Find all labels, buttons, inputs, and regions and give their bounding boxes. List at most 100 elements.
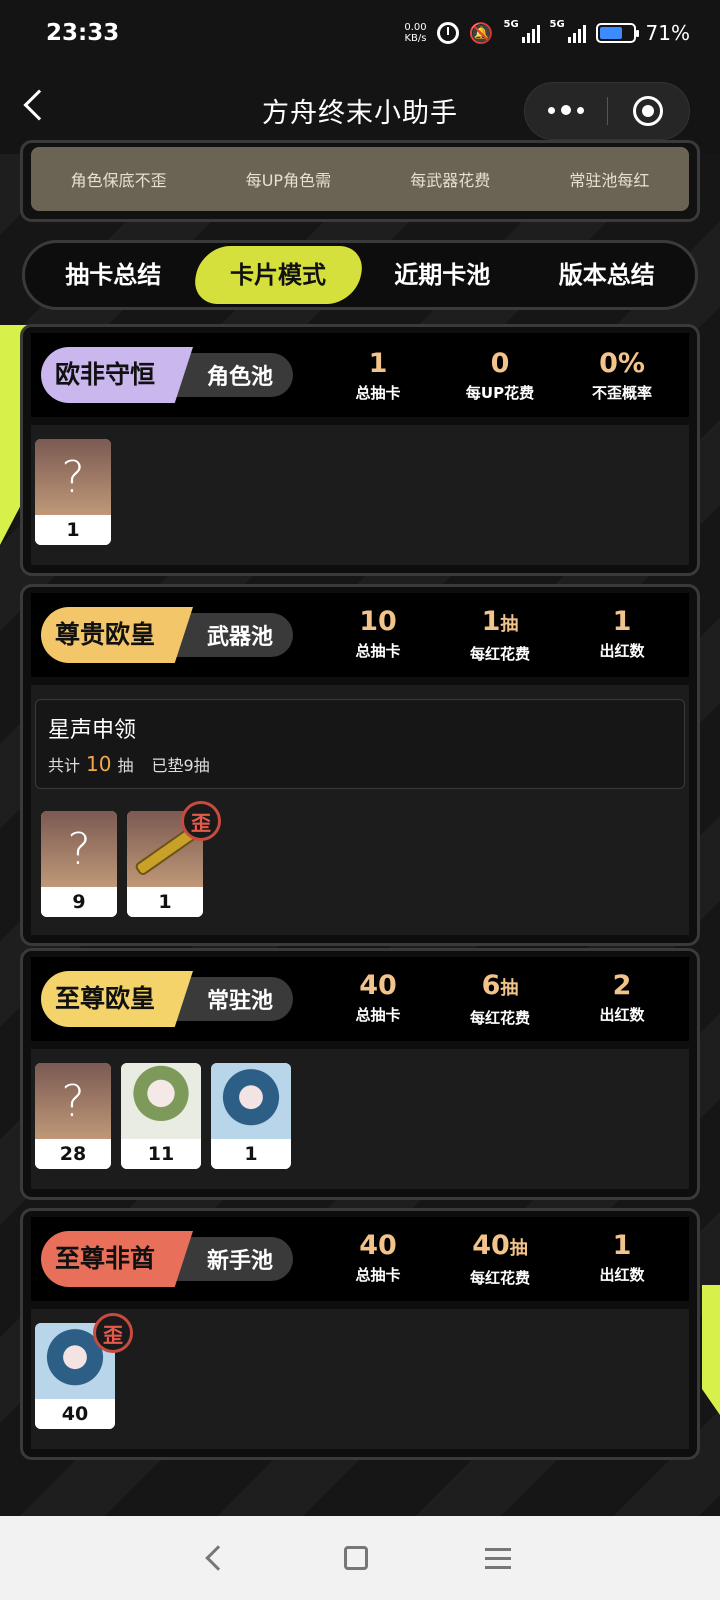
off-banner-badge: 歪	[93, 1313, 133, 1353]
pull-count: 40	[35, 1399, 115, 1429]
pool-card-body: 星声申领 共计 10 抽已垫9抽 ? 9 1 歪	[31, 685, 689, 935]
pull-item[interactable]: 1	[211, 1063, 291, 1169]
pull-item-wrap: ? 28	[35, 1063, 111, 1169]
system-menu-icon[interactable]	[485, 1547, 512, 1569]
pool-stats: 40 总抽卡 6抽每红花费 2 出红数	[317, 970, 683, 1028]
pool-card: 武器池 尊贵欧皇 10 总抽卡 1抽 每红花费 1 出红数 星声申领 共计 10 抽已垫9抽? 9 1 歪	[20, 584, 700, 946]
pull-item-wrap: 11	[121, 1063, 201, 1169]
stat-value: 40	[317, 970, 439, 1002]
rank-badge: 常驻池 至尊欧皇	[41, 971, 293, 1027]
system-nav-bar	[0, 1516, 720, 1600]
mute-icon: 🔕	[468, 21, 494, 45]
stat-number: 0	[490, 347, 510, 379]
banner-meta: 共计 10 抽已垫9抽	[48, 752, 672, 776]
stat-label: 每红花费	[469, 1009, 530, 1027]
pool-card-header: 常驻池 至尊欧皇 40 总抽卡 6抽每红花费 2 出红数	[31, 957, 689, 1041]
stat: 0 每UP花费	[439, 348, 561, 403]
system-back-icon[interactable]	[204, 1545, 231, 1571]
pool-card: 角色池 欧非守恒 1 总抽卡 0 每UP花费 0% 不歪概率? 1	[20, 324, 700, 576]
stat-value: 10	[317, 606, 439, 638]
pool-stats: 1 总抽卡 0 每UP花费 0% 不歪概率	[317, 348, 683, 403]
stat-label: 总抽卡	[355, 1006, 401, 1024]
pool-type-label: 新手池	[171, 1237, 293, 1281]
rank-badge: 武器池 尊贵欧皇	[41, 607, 293, 663]
rank-label: 至尊非酋	[41, 1231, 193, 1287]
status-icons: 0.00 KB/s 🔕 5G 5G 71%	[404, 19, 690, 45]
stat-number: 40	[472, 1230, 510, 1261]
banner-pity: 已垫9抽	[151, 756, 210, 775]
status-time: 23:33	[46, 20, 120, 46]
stat: 10 总抽卡	[317, 606, 439, 664]
stat-number: 6	[481, 970, 501, 1001]
stat-number: 40	[359, 1230, 397, 1261]
stat-value: 2	[561, 970, 683, 1002]
rank-badge: 新手池 至尊非酋	[41, 1231, 293, 1287]
pool-card-body: ? 1	[31, 425, 689, 565]
stat-number: 1	[481, 606, 501, 637]
tab-4[interactable]: 版本总结	[525, 246, 690, 304]
tab-bar: 抽卡总结 卡片模式 近期卡池 版本总结	[22, 240, 698, 310]
signal-icon: 5G	[504, 19, 540, 43]
pull-item-wrap: 1歪	[127, 801, 221, 917]
tab-label: 版本总结	[558, 261, 655, 289]
tab-1[interactable]: 抽卡总结	[31, 246, 196, 304]
pool-stats: 10 总抽卡 1抽 每红花费 1 出红数	[317, 606, 683, 664]
stat-label: 出红数	[599, 1266, 645, 1284]
pull-item[interactable]: 11	[121, 1063, 201, 1169]
system-home-icon[interactable]	[343, 1546, 368, 1570]
stat: 1 总抽卡	[317, 348, 439, 403]
pull-item[interactable]: ? 28	[35, 1063, 111, 1169]
banner-info[interactable]: 星声申领 共计 10 抽已垫9抽	[35, 699, 685, 789]
tab-3[interactable]: 近期卡池	[360, 246, 525, 304]
alarm-icon	[436, 22, 459, 44]
stat-value: 6抽	[439, 970, 561, 1005]
off-banner-badge: 歪	[181, 801, 221, 841]
tab-2[interactable]: 卡片模式	[189, 246, 367, 304]
stat-unit: 抽	[500, 978, 519, 999]
stat-number: 2	[612, 970, 632, 1001]
rank-label: 至尊欧皇	[41, 971, 193, 1027]
stat-label: 出红数	[599, 1006, 645, 1024]
stat: 40抽每红花费	[439, 1230, 561, 1288]
stat: 0% 不歪概率	[561, 348, 683, 403]
stat-label: 每UP花费	[465, 383, 535, 402]
stat-label: 总抽卡	[355, 642, 401, 660]
net-speed: 0.00 KB/s	[404, 22, 427, 44]
unknown-item-icon: ?	[35, 439, 111, 515]
stat-label: 每红花费	[469, 1269, 530, 1287]
pool-type-label: 武器池	[171, 613, 293, 657]
miniprogram-capsule	[524, 82, 690, 140]
tab-label: 卡片模式	[229, 261, 326, 289]
stat-value: 40	[317, 1230, 439, 1262]
stat-value: 1	[317, 348, 439, 380]
stat-label: 总抽卡	[355, 383, 401, 402]
pool-card-header: 武器池 尊贵欧皇 10 总抽卡 1抽 每红花费 1 出红数	[31, 593, 689, 677]
stat: 1 出红数	[561, 606, 683, 664]
stat-value: 0	[439, 348, 561, 380]
stat-number: 1	[612, 606, 632, 637]
stat-label: 不歪概率	[591, 383, 652, 402]
pull-item[interactable]: ? 9	[41, 811, 117, 917]
pull-count: 9	[41, 887, 117, 917]
stat: 1 出红数	[561, 1230, 683, 1288]
stat-number: 0%	[599, 347, 645, 379]
stat: 40 总抽卡	[317, 970, 439, 1028]
stat: 2 出红数	[561, 970, 683, 1028]
stat-number: 1	[368, 347, 388, 379]
summary-card-partial: 角色保底不歪 每UP角色需 每武器花费 常驻池每红	[20, 140, 700, 222]
banner-total-suffix: 抽	[117, 756, 134, 775]
summary-label: 角色保底不歪	[70, 171, 167, 190]
pull-item[interactable]: ? 1	[35, 439, 111, 545]
stat: 40 总抽卡	[317, 1230, 439, 1288]
pull-count: 1	[35, 515, 111, 545]
pull-items: ? 1	[35, 439, 685, 545]
pool-stats: 40 总抽卡 40抽 每红花费 1 出红数	[317, 1230, 683, 1288]
rank-label: 尊贵欧皇	[41, 607, 193, 663]
pool-card-header: 角色池 欧非守恒 1 总抽卡 0 每UP花费 0% 不歪概率	[31, 333, 689, 417]
summary-label: 常驻池每红	[569, 171, 650, 190]
stat-unit: 抽	[509, 1238, 528, 1259]
more-icon[interactable]	[525, 105, 607, 116]
close-miniprogram-icon[interactable]	[608, 96, 690, 126]
pull-item-wrap: 40 歪	[35, 1313, 133, 1429]
pull-item-wrap: 1	[211, 1063, 291, 1169]
